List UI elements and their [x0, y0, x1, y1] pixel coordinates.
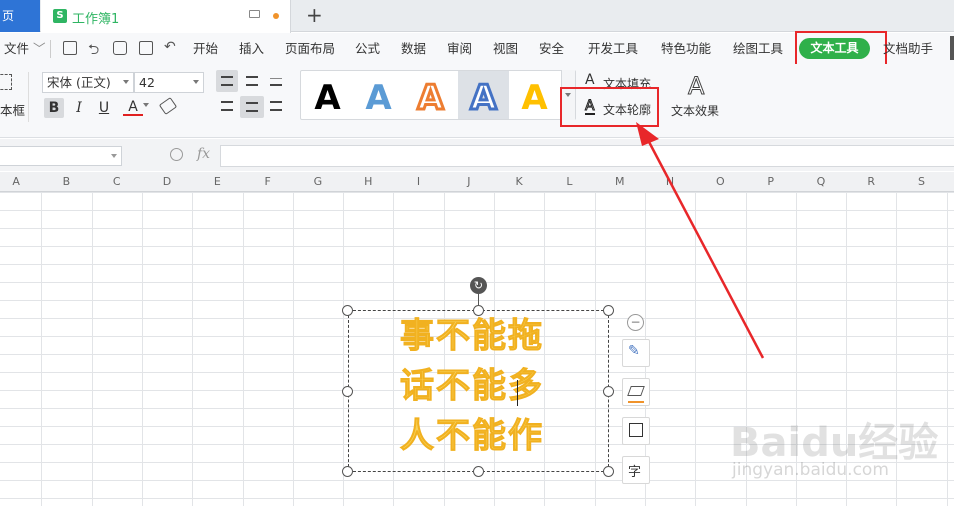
watermark-url: jingyan.baidu.com	[732, 460, 889, 480]
